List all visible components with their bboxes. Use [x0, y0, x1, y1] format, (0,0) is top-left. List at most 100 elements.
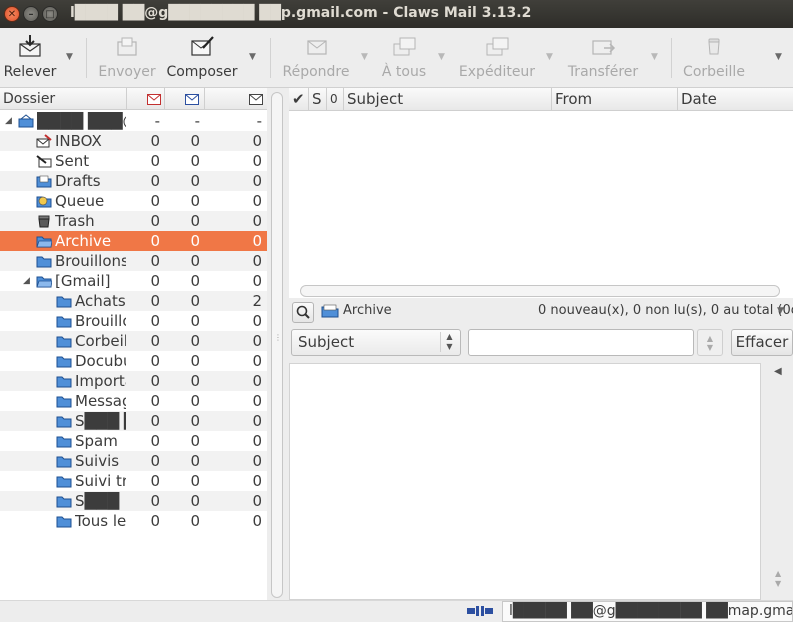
collapse-left-icon[interactable]: ◀	[774, 366, 782, 377]
search-toggle-button[interactable]	[292, 302, 314, 323]
folder-row[interactable]: Brouillons 0 0 0	[0, 251, 267, 271]
folder-new-count: 0	[150, 332, 160, 350]
unread-column-header[interactable]	[165, 88, 205, 110]
new-column-header[interactable]	[127, 88, 165, 110]
folder-new-count: 0	[150, 272, 160, 290]
folder-row[interactable]: Archive 0 0 0	[0, 231, 267, 251]
clear-search-button[interactable]: Effacer	[731, 329, 793, 356]
get-mail-dropdown-icon[interactable]: ▼	[66, 52, 74, 62]
compose-button[interactable]: Composer	[166, 32, 238, 84]
folder-total-count: 0	[252, 372, 262, 390]
subject-column-header[interactable]: Subject	[344, 88, 552, 111]
info-dropdown-icon[interactable]: ▼	[777, 306, 784, 316]
reply-all-label: À tous	[381, 64, 427, 80]
folder-row[interactable]: Corbeille 0 0 0	[0, 331, 267, 351]
folder-unread-count: 0	[190, 492, 200, 510]
online-status-icon[interactable]	[466, 605, 494, 617]
attachment-column-header[interactable]: 0	[327, 88, 344, 111]
folder-name: ████ ███@	[37, 112, 126, 130]
reply-sender-button[interactable]: Expéditeur	[456, 32, 538, 84]
drafts-folder-icon	[36, 175, 52, 188]
folder-new-count: 0	[150, 192, 160, 210]
folder-icon	[56, 516, 72, 528]
close-window-button[interactable]: ✕	[4, 6, 20, 22]
folder-unread-count: 0	[190, 452, 200, 470]
maximize-window-button[interactable]: □	[42, 6, 58, 22]
scroll-arrows-icon[interactable]: ▲ ▼	[775, 569, 781, 589]
reply-dropdown-icon[interactable]: ▼	[361, 52, 369, 62]
folder-total-count: 0	[252, 432, 262, 450]
folder-row[interactable]: Queue 0 0 0	[0, 191, 267, 211]
folder-name: Messages	[75, 392, 126, 410]
total-column-header[interactable]	[205, 88, 267, 110]
folder-total-count: 0	[252, 392, 262, 410]
folder-message-counts: 0 nouveau(x), 0 non lu(s), 0 au total (0…	[538, 303, 793, 318]
folder-row[interactable]: S███ █ 0 0 0	[0, 411, 267, 431]
reply-icon	[307, 40, 327, 55]
search-type-select[interactable]: Subject ▲ ▼	[291, 329, 461, 356]
folder-row[interactable]: Sent 0 0 0	[0, 151, 267, 171]
date-column-header[interactable]: Date	[678, 88, 793, 111]
folder-row[interactable]: Brouillons 0 0 0	[0, 311, 267, 331]
folder-name: [Gmail]	[55, 272, 111, 290]
mark-column-header[interactable]: ✔	[289, 88, 309, 111]
message-view-scrollbar[interactable]: ◀ ▲ ▼	[764, 363, 793, 600]
folder-row[interactable]: Messages 0 0 0	[0, 391, 267, 411]
message-list-horizontal-scrollbar[interactable]	[300, 285, 780, 297]
folder-total-count: 0	[252, 172, 262, 190]
folder-icon	[56, 456, 72, 468]
folder-icon	[56, 296, 72, 308]
folder-icon	[56, 316, 72, 328]
reply-button[interactable]: Répondre	[280, 32, 352, 84]
status-column-header[interactable]: S	[309, 88, 327, 111]
folder-new-count: 0	[150, 252, 160, 270]
folder-new-count: 0	[150, 412, 160, 430]
reply-sender-dropdown-icon[interactable]: ▼	[546, 52, 554, 62]
folder-row[interactable]: Importants 0 0 0	[0, 371, 267, 391]
folder-name: Drafts	[55, 172, 101, 190]
folder-row[interactable]: Achats 0 0 2	[0, 291, 267, 311]
compose-dropdown-icon[interactable]: ▼	[249, 52, 257, 62]
message-list: ✔ S 0 Subject From Date	[289, 88, 793, 298]
trash-button[interactable]: Corbeille	[680, 32, 748, 84]
folder-unread-count: 0	[190, 172, 200, 190]
folder-unread-count: 0	[190, 252, 200, 270]
folder-row[interactable]: Suivis 0 0 0	[0, 451, 267, 471]
expander-icon[interactable]: ◢	[23, 271, 30, 291]
folder-total-count: 0	[252, 232, 262, 250]
folder-total-count: 0	[252, 152, 262, 170]
folder-row[interactable]: Docubu 0 0 0	[0, 351, 267, 371]
folder-row[interactable]: INBOX 0 0 0	[0, 131, 267, 151]
folder-row[interactable]: Spam 0 0 0	[0, 431, 267, 451]
folder-unread-count: 0	[190, 312, 200, 330]
search-input[interactable]	[468, 329, 694, 356]
from-column-header[interactable]: From	[552, 88, 678, 111]
reply-all-button[interactable]: À tous	[378, 32, 430, 84]
forward-dropdown-icon[interactable]: ▼	[651, 52, 659, 62]
minimize-window-button[interactable]: –	[23, 6, 39, 22]
search-history-spinner[interactable]: ▲ ▼	[697, 329, 723, 356]
folder-column-header[interactable]: Dossier	[0, 88, 127, 110]
folder-row[interactable]: ◢ [Gmail] 0 0 0	[0, 271, 267, 291]
folder-unread-count: 0	[190, 192, 200, 210]
folder-name: Spam	[75, 432, 118, 450]
reply-all-icon	[393, 37, 416, 56]
get-mail-button[interactable]: Relever	[2, 32, 58, 84]
folder-row[interactable]: Suivi tr 0 0 0	[0, 471, 267, 491]
forward-button[interactable]: Transférer	[564, 32, 642, 84]
toolbar-overflow-icon[interactable]: ▼	[775, 52, 783, 62]
folder-new-count: 0	[150, 312, 160, 330]
get-mail-label: Relever	[3, 64, 57, 80]
folder-row[interactable]: Drafts 0 0 0	[0, 171, 267, 191]
folder-row[interactable]: Trash 0 0 0	[0, 211, 267, 231]
reply-all-dropdown-icon[interactable]: ▼	[438, 52, 446, 62]
folder-total-count: 0	[252, 192, 262, 210]
send-button[interactable]: Envoyer	[96, 32, 158, 84]
expander-icon[interactable]: ◢	[5, 111, 12, 131]
folder-row[interactable]: S███ 0 0 0	[0, 491, 267, 511]
folder-icon	[56, 396, 72, 408]
folder-row[interactable]: Tous les 0 0 0	[0, 511, 267, 531]
toolbar-separator	[671, 38, 672, 78]
folder-icon	[36, 256, 52, 268]
folder-row[interactable]: ◢ ████ ███@ - - -	[0, 111, 267, 131]
